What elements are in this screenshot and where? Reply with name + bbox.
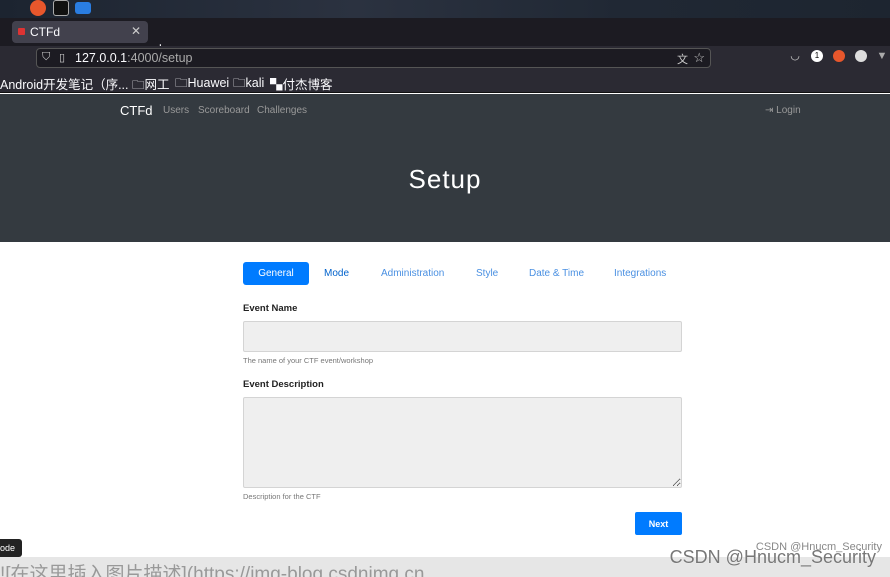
close-tab-icon[interactable]: ✕ — [131, 24, 141, 38]
page-title: Setup — [408, 164, 482, 194]
bookmark-android[interactable]: Android开发笔记（序... — [0, 74, 129, 93]
brand-link[interactable]: CTFd — [120, 103, 153, 118]
firefox-icon[interactable] — [30, 0, 46, 16]
site-header: CTFd Users Scoreboard Challenges ⇥ Login… — [0, 94, 890, 242]
url-path: :4000/setup — [127, 51, 193, 65]
tab-style[interactable]: Style — [476, 262, 498, 285]
nav-challenges[interactable]: Challenges — [257, 105, 307, 116]
extension-badge-icon[interactable]: 1 — [811, 50, 823, 62]
ctfd-favicon — [18, 28, 25, 35]
tab-integrations[interactable]: Integrations — [614, 262, 666, 285]
fox-extension-icon[interactable] — [833, 50, 845, 62]
event-description-label: Event Description — [243, 379, 324, 390]
ip-extension-icon[interactable] — [855, 50, 867, 62]
translate-icon[interactable]: 文 — [677, 51, 688, 67]
page-icon: ▯ — [59, 52, 66, 64]
bookmark-label: Huawei — [187, 76, 230, 90]
tab-title: CTFd — [30, 25, 60, 39]
tab-date-time[interactable]: Date & Time — [529, 262, 584, 285]
browser-tab[interactable]: CTFd ✕ — [12, 21, 148, 43]
watermark-small: CSDN @Hnucm_Security — [755, 541, 882, 553]
url-host: 127.0.0.1 — [75, 51, 128, 65]
shield-icon: ⛉ — [42, 51, 51, 63]
event-name-label: Event Name — [243, 303, 298, 314]
next-button[interactable]: Next — [635, 512, 682, 535]
overflow-menu-icon[interactable]: ▼ — [876, 50, 888, 62]
tab-general[interactable]: General — [243, 262, 309, 285]
bookmark-label: 付杰博客 — [282, 78, 333, 92]
bookmark-label: kali — [245, 76, 265, 90]
desktop-taskbar — [0, 0, 890, 18]
event-description-help: Description for the CTF — [243, 492, 321, 501]
nav-scoreboard[interactable]: Scoreboard — [198, 105, 250, 116]
event-description-textarea[interactable] — [243, 397, 682, 488]
bookmark-fujie-blog[interactable]: ▚付杰博客 — [270, 74, 333, 93]
terminal-icon[interactable] — [53, 0, 69, 16]
bookmark-star-icon[interactable]: ☆ — [693, 50, 705, 66]
browser-toolbar: ⛉ ▯ 127.0.0.1:4000/setup 文 ☆ ◡ 1 ▼ — [0, 46, 890, 70]
pocket-icon[interactable]: ◡ — [789, 50, 801, 62]
bookmarks-bar: Android开发笔记（序... 🗀网工 🗀Huawei 🗀kali ▚付杰博客 — [0, 70, 890, 93]
tab-administration[interactable]: Administration — [381, 262, 444, 285]
login-label: Login — [776, 105, 801, 116]
url-bar[interactable]: ⛉ ▯ 127.0.0.1:4000/setup 文 ☆ — [36, 48, 711, 68]
bookmark-label: 网工 — [144, 78, 170, 92]
event-name-help: The name of your CTF event/workshop — [243, 356, 374, 365]
login-icon: ⇥ — [765, 105, 774, 116]
event-name-input[interactable] — [243, 321, 682, 352]
mode-badge: ode — [0, 539, 22, 557]
bookmark-huawei[interactable]: 🗀Huawei — [175, 74, 229, 95]
folder-icon[interactable] — [75, 2, 91, 14]
tab-bar: CTFd ✕ + — [0, 18, 890, 57]
bookmark-kali[interactable]: 🗀kali — [233, 74, 264, 95]
login-link[interactable]: ⇥ Login — [765, 105, 801, 116]
nav-users[interactable]: Users — [163, 105, 189, 116]
tab-mode[interactable]: Mode — [324, 262, 349, 285]
